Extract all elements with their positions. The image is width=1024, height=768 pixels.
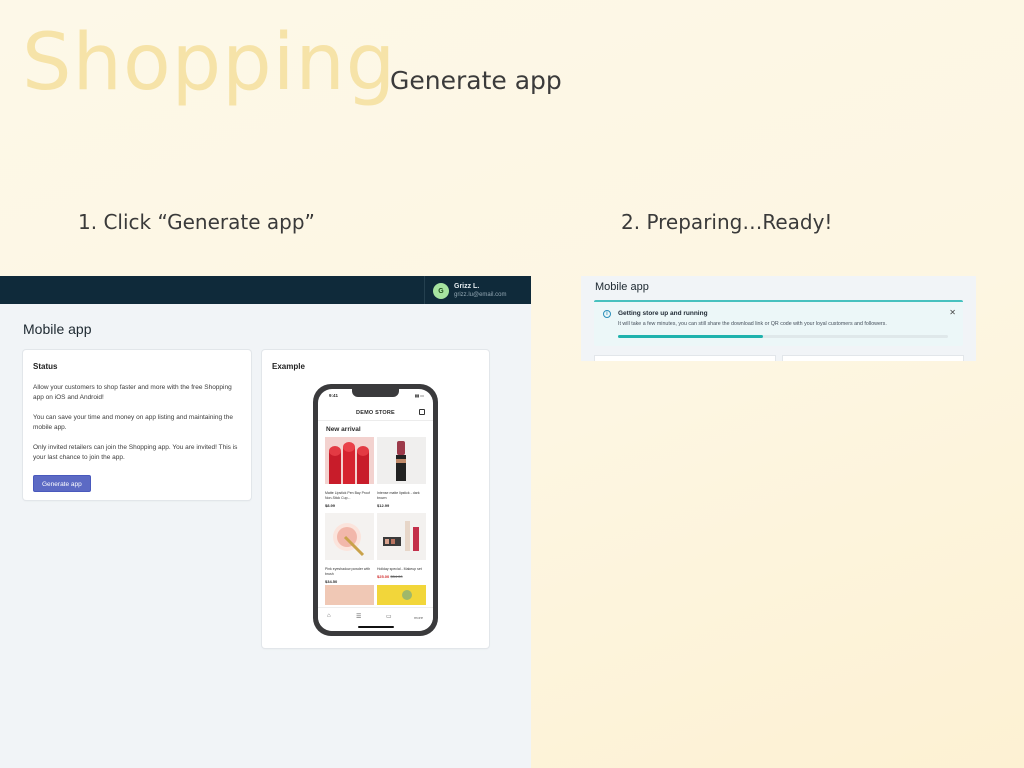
product-name: Intense matte lipstick - dark brown <box>377 491 420 500</box>
product-card: Holiday special - Makeup set $25.00 $54.… <box>377 513 426 579</box>
phone-screen: 9:41 ▮▮ ▭ DEMO STORE New arrival Matte L… <box>318 389 433 631</box>
card-placeholder <box>783 356 963 361</box>
product-image-yellow <box>377 585 426 605</box>
user-menu[interactable]: G Grizz L. grizz.lu@email.com <box>433 282 506 300</box>
phone-tabbar: ⌂ ☰ ▭ more <box>318 607 433 631</box>
info-icon: i <box>603 310 611 318</box>
banner-text: It will take a few minutes, you can stil… <box>618 321 887 327</box>
status-paragraph: You can save your time and money on app … <box>33 414 233 431</box>
cart-icon <box>419 409 425 415</box>
product-name: Matte Lipstick Pen Bay Proof Non-Stick C… <box>325 491 370 500</box>
status-paragraph: Only invited retailers can join the Shop… <box>33 444 238 461</box>
status-card-title: Status <box>33 362 58 371</box>
section-title: New arrival <box>326 426 361 433</box>
makeup-set-image <box>377 513 426 560</box>
more-tab[interactable]: more <box>414 615 423 620</box>
user-email: grizz.lu@email.com <box>454 292 507 298</box>
status-card: Status Allow your customers to shop fast… <box>23 350 251 500</box>
product-price: $8.99 <box>325 503 336 508</box>
lipstick-image <box>377 437 426 484</box>
product-card: Matte Lipstick Pen Bay Proof Non-Stick C… <box>325 437 374 508</box>
product-card: Intense matte lipstick - dark brown $12.… <box>377 437 426 508</box>
user-name: Grizz L. <box>454 283 480 290</box>
close-icon[interactable]: ✕ <box>949 308 956 317</box>
card-icon[interactable]: ▭ <box>386 613 392 620</box>
phone-mockup: 9:41 ▮▮ ▭ DEMO STORE New arrival Matte L… <box>313 384 438 636</box>
progress-fill <box>618 335 764 338</box>
product-card: Pink eyeshadow powder with brush $34.50 <box>325 513 374 584</box>
home-indicator <box>358 626 394 628</box>
status-paragraph: Allow your customers to shop faster and … <box>33 384 232 401</box>
admin-screenshot: G Grizz L. grizz.lu@email.com Mobile app… <box>0 276 531 768</box>
banner-title: Getting store up and running <box>618 310 708 317</box>
page-title: Mobile app <box>23 321 92 337</box>
product-price: $34.50 <box>325 579 338 584</box>
lipstick-image <box>325 437 374 484</box>
battery-icon: ▮▮ ▭ <box>414 393 424 398</box>
divider <box>318 420 433 421</box>
step-1-label: 1. Click “Generate app” <box>78 210 315 234</box>
original-price: $54.00 <box>390 574 403 579</box>
page-title: Mobile app <box>595 281 649 293</box>
product-name: Pink eyeshadow powder with brush <box>325 567 371 576</box>
example-card-title: Example <box>272 362 305 371</box>
avatar: G <box>433 283 449 299</box>
slide-subtitle: Generate app <box>390 66 562 95</box>
product-image-peach <box>325 585 374 605</box>
eyeshadow-image <box>325 513 374 560</box>
preparing-screenshot: Mobile app i Getting store up and runnin… <box>581 276 976 361</box>
admin-topbar: G Grizz L. grizz.lu@email.com <box>0 276 531 304</box>
sale-price: $25.00 <box>377 574 390 579</box>
card-placeholder <box>595 356 775 361</box>
topbar-divider <box>424 276 425 304</box>
example-card: Example 9:41 ▮▮ ▭ DEMO STORE New arrival <box>262 350 489 648</box>
step-2-label: 2. Preparing…Ready! <box>621 210 833 234</box>
product-name: Holiday special - Makeup set <box>377 567 422 571</box>
progress-bar <box>618 335 948 338</box>
home-icon[interactable]: ⌂ <box>327 613 331 619</box>
generate-app-button[interactable]: Generate app <box>33 475 91 492</box>
progress-banner: i Getting store up and running It will t… <box>594 300 963 346</box>
store-name: DEMO STORE <box>356 410 395 416</box>
product-price: $25.00 $54.00 <box>377 574 426 579</box>
phone-time: 9:41 <box>329 393 339 398</box>
phone-notch <box>352 389 399 397</box>
product-price: $12.99 <box>377 503 390 508</box>
slide-title: Shopping <box>22 18 397 108</box>
list-icon[interactable]: ☰ <box>356 613 361 620</box>
